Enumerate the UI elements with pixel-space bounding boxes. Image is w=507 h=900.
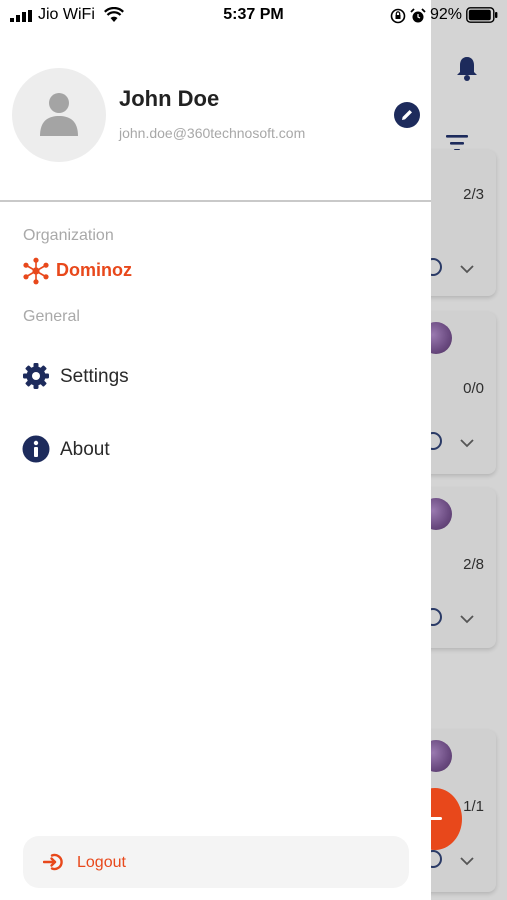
background-card[interactable]: 2/3 [420, 150, 496, 296]
profile-email: john.doe@360technosoft.com [119, 125, 306, 141]
notification-bell-icon[interactable] [454, 54, 480, 82]
divider [0, 200, 431, 202]
logout-icon [43, 853, 63, 871]
general-section-label: General [23, 308, 80, 325]
gear-icon [23, 363, 49, 389]
about-label: About [60, 439, 110, 460]
settings-label: Settings [60, 366, 129, 387]
profile-name: John Doe [119, 86, 220, 111]
organization-name: Dominoz [56, 260, 132, 280]
organization-item-dominoz[interactable]: Dominoz [22, 257, 222, 285]
navigation-drawer: John Doe john.doe@360technosoft.com Orga… [0, 0, 431, 900]
background-card[interactable]: 0/0 [420, 312, 496, 474]
logout-label: Logout [77, 854, 126, 871]
chevron-down-icon [460, 265, 474, 274]
user-placeholder-icon [40, 93, 78, 136]
menu-item-about[interactable]: About [22, 435, 402, 465]
avatar[interactable] [12, 68, 106, 162]
chevron-down-icon [460, 615, 474, 624]
edit-profile-button[interactable] [394, 102, 420, 128]
logout-button[interactable]: Logout [23, 836, 409, 888]
card-count: 1/1 [463, 798, 484, 815]
organization-section-label: Organization [23, 227, 114, 244]
pencil-icon [402, 110, 412, 120]
battery-percent: 92% [430, 6, 463, 23]
menu-item-settings[interactable]: Settings [22, 362, 402, 392]
alarm-icon [410, 8, 426, 23]
background-card[interactable]: 2/8 [420, 488, 496, 648]
card-count: 2/8 [463, 556, 484, 573]
info-icon [22, 435, 50, 463]
organization-icon [23, 257, 49, 285]
orientation-lock-icon [390, 8, 406, 24]
card-count: 0/0 [463, 380, 484, 397]
status-bar: Jio WiFi 5:37 PM 92% [0, 0, 507, 32]
chevron-down-icon [460, 439, 474, 448]
battery-icon [466, 7, 498, 23]
chevron-down-icon [460, 857, 474, 866]
card-count: 2/3 [463, 186, 484, 203]
